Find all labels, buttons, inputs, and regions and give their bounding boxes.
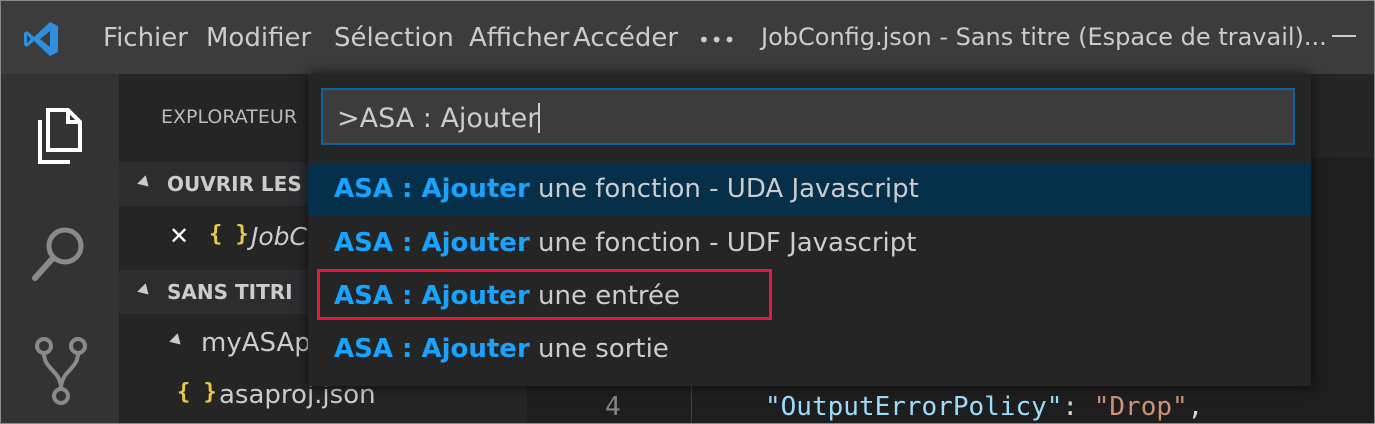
palette-input-value: >ASA : Ajouter — [337, 103, 539, 134]
menu-selection[interactable]: Sélection — [334, 23, 454, 53]
palette-item-add-input[interactable]: ASA : Ajouter une entrée — [308, 270, 1311, 323]
command-palette: >ASA : Ajouter ASA : Ajouter une fonctio… — [308, 74, 1311, 386]
minimize-icon[interactable] — [1332, 35, 1356, 37]
vscode-window: Fichier Modifier Sélection Afficher Accé… — [0, 0, 1375, 424]
code-line[interactable]: "OutputErrorPolicy": "Drop", — [765, 392, 1203, 422]
title-bar: Fichier Modifier Sélection Afficher Accé… — [1, 1, 1374, 74]
menu-edit[interactable]: Modifier — [206, 23, 311, 53]
workspace-header[interactable]: SANS TITRI — [167, 280, 293, 304]
palette-item-match: ASA : Ajouter — [334, 281, 530, 311]
text-caret — [538, 103, 541, 133]
palette-item-match: ASA : Ajouter — [334, 228, 530, 258]
palette-item-label: une entrée — [529, 281, 681, 311]
palette-item-label: une fonction - UDA Javascript — [529, 174, 919, 204]
palette-item-add-output[interactable]: ASA : Ajouter une sortie — [308, 323, 1311, 376]
open-editor-file[interactable]: JobC — [251, 222, 307, 251]
menu-more[interactable]: ••• — [698, 28, 736, 52]
palette-item-match: ASA : Ajouter — [334, 334, 530, 364]
command-palette-input[interactable]: >ASA : Ajouter — [321, 88, 1295, 145]
chevron-down-icon[interactable] — [169, 333, 185, 349]
window-title: JobConfig.json - Sans titre (Espace de t… — [761, 23, 1327, 51]
json-file-icon: { } — [177, 380, 217, 405]
code-comma: , — [1187, 392, 1204, 422]
source-control-icon[interactable] — [34, 336, 88, 406]
open-editors-header[interactable]: OUVRIR LES — [167, 172, 302, 196]
palette-item-add-uda[interactable]: ASA : Ajouter une fonction - UDA Javascr… — [308, 163, 1311, 216]
code-colon: : — [1062, 392, 1094, 422]
code-value: "Drop" — [1093, 392, 1188, 422]
palette-item-match: ASA : Ajouter — [334, 174, 530, 204]
explorer-icon[interactable] — [34, 108, 84, 164]
code-key: "OutputErrorPolicy" — [765, 392, 1063, 422]
line-number: 4 — [605, 392, 621, 422]
project-folder[interactable]: myASAp — [201, 328, 311, 358]
activity-bar — [1, 74, 119, 423]
palette-item-label: une fonction - UDF Javascript — [529, 228, 917, 258]
gutter-divider — [691, 384, 692, 423]
json-file-icon: { } — [209, 222, 249, 247]
menu-view[interactable]: Afficher — [469, 23, 569, 53]
palette-item-label: une sortie — [529, 334, 669, 364]
close-icon[interactable]: ✕ — [169, 222, 189, 250]
explorer-title: EXPLORATEUR — [161, 106, 298, 128]
menu-go[interactable]: Accéder — [573, 23, 678, 53]
palette-item-add-udf[interactable]: ASA : Ajouter une fonction - UDF Javascr… — [308, 217, 1311, 270]
menu-file[interactable]: Fichier — [103, 23, 188, 53]
vscode-logo-icon — [24, 22, 58, 56]
search-icon[interactable] — [29, 224, 89, 284]
